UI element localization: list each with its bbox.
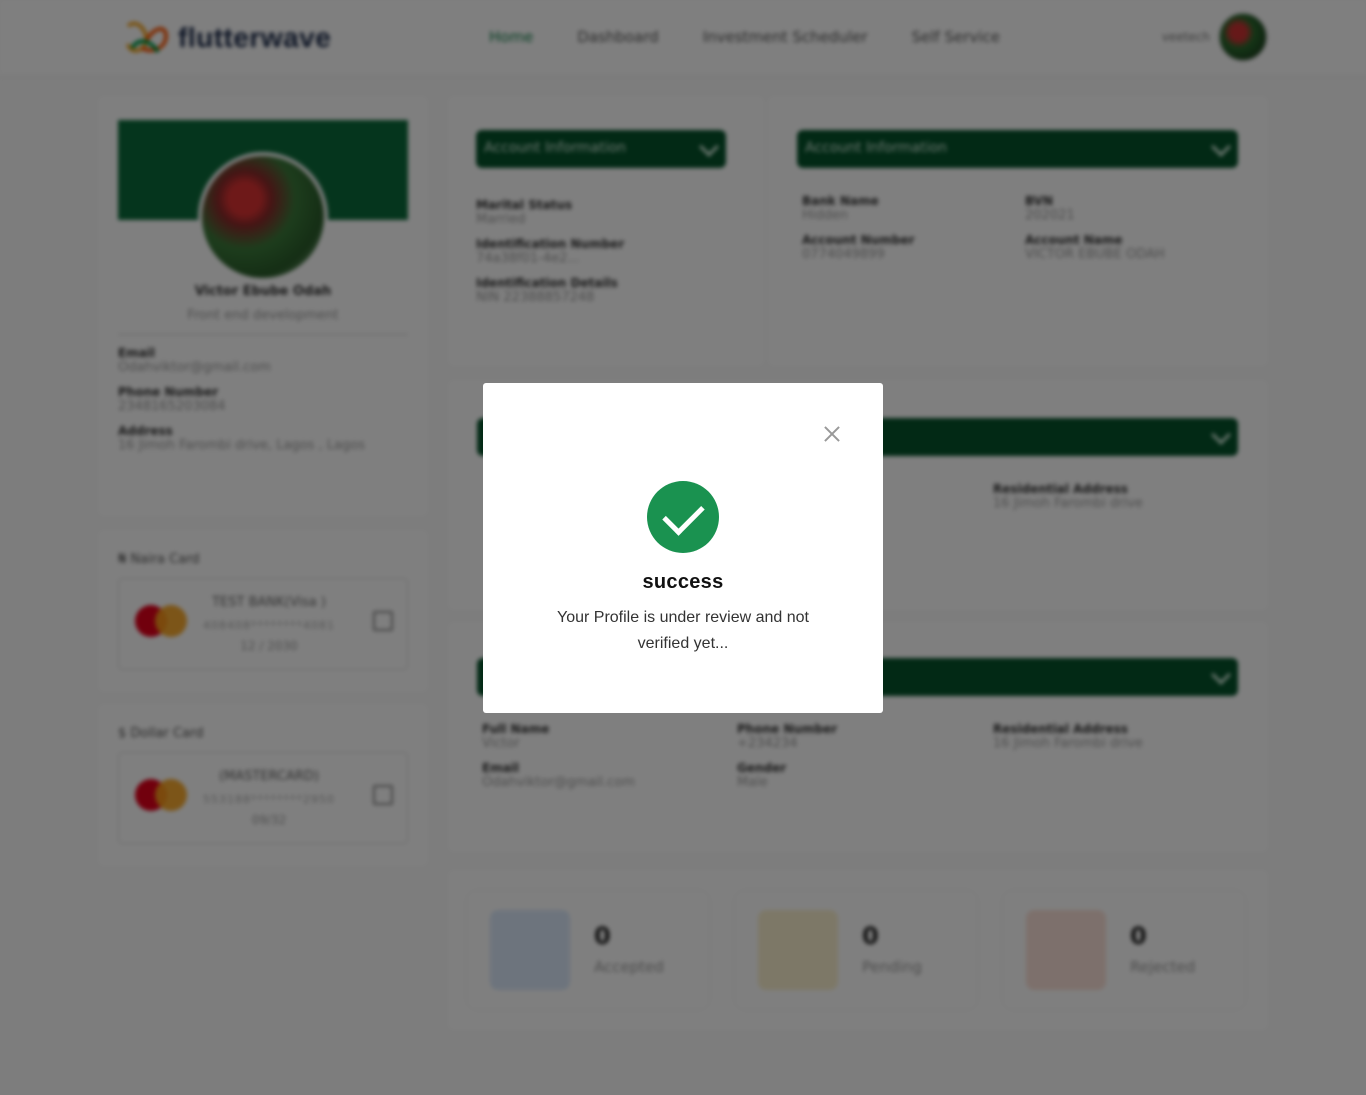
modal-title: success: [642, 571, 724, 593]
modal-message: Your Profile is under review and not ver…: [557, 609, 809, 652]
success-modal: success Your Profile is under review and…: [483, 383, 883, 713]
check-circle-icon: [647, 481, 719, 553]
close-icon[interactable]: [821, 423, 843, 445]
